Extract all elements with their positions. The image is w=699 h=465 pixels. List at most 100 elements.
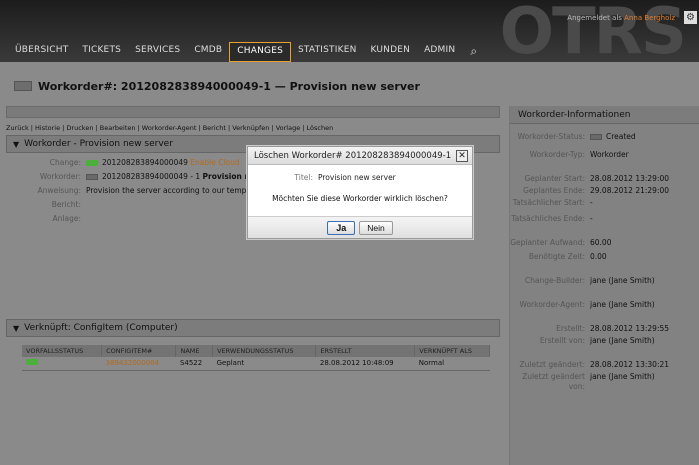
field-label: Change: [49,157,81,167]
field-value: Provision the server according to our te… [86,185,247,195]
close-icon[interactable]: ✕ [456,149,468,162]
info-label: Tatsächliches Ende: [511,214,585,223]
field-value: 201208283894000049 Enable Cloud [86,158,240,167]
info-label: Workorder-Status: [517,132,585,141]
change-number[interactable]: 201208283894000049 [102,158,188,167]
nav-item-changes[interactable]: CHANGES [229,42,292,62]
column-header[interactable]: NAME [175,345,214,357]
info-label: Geplanter Aufwand: [510,238,585,247]
no-button[interactable]: Nein [359,220,393,235]
info-row: Tatsächliches Ende: - [510,214,699,224]
info-label: Geplantes Ende: [523,186,585,195]
gray-status-icon [86,173,98,180]
change-title-link[interactable]: Enable Cloud [190,158,239,167]
info-value[interactable]: jane (Jane Smith) [590,276,655,286]
field-label: Anlage: [52,213,81,223]
info-label: Erstellt von: [539,336,585,345]
info-row: Workorder-Agent: jane (Jane Smith) [510,300,699,310]
main-nav: ÜBERSICHT TICKETS SERVICES CMDB CHANGES … [8,42,485,62]
table-cell: 28.08.2012 10:48:09 [315,357,415,371]
info-value: 60.00 [590,238,612,247]
header-strip [6,106,500,118]
table-row[interactable]: 389432000004 S4522 Geplant 28.08.2012 10… [22,357,490,371]
table-cell: Normal [414,357,490,371]
info-value: - [590,214,593,223]
field-label: Bericht: [51,199,81,209]
collapse-triangle-icon[interactable]: ▼ [13,324,19,333]
configitem-link[interactable]: 389432000004 [101,357,176,371]
page-title: Workorder#: 201208283894000049-1 — Provi… [38,79,420,93]
workorder-title: Provision n [202,171,250,181]
nav-item-cmdb[interactable]: CMDB [187,42,229,62]
dialog-footer: Ja Nein [248,216,472,238]
info-value[interactable]: jane (Jane Smith) [590,300,655,310]
sidebar-title: Workorder-Informationen [510,106,699,124]
yes-button[interactable]: Ja [327,220,356,235]
nav-item-customers[interactable]: KUNDEN [364,42,418,62]
table-cell: Geplant [212,357,316,371]
field-label: Workorder: [39,171,81,181]
nav-item-admin[interactable]: ADMIN [417,42,462,62]
info-row: Geplanter Aufwand: 60.00 [510,238,699,248]
info-row: Geplantes Ende: 29.08.2012 21:29:00 [510,186,699,196]
info-row: Erstellt: 28.08.2012 13:29:55 [510,324,699,334]
nav-item-statistics[interactable]: STATISTIKEN [291,42,364,62]
status-swatch [14,81,32,91]
top-header: OTRS Angemeldet als Anna Bergholz ⚙ ÜBER… [0,0,699,69]
nav-item-services[interactable]: SERVICES [128,42,187,62]
logged-in-prefix: Angemeldet als [567,14,622,22]
column-header[interactable]: ERSTELLT [315,345,416,357]
info-label: Benötigte Zeit: [528,252,585,261]
column-header[interactable]: VORFALLSSTATUS [22,345,103,357]
nav-item-tickets[interactable]: TICKETS [75,42,128,62]
column-header[interactable]: VERWENDUNGSSTATUS [212,345,317,357]
logged-in-user[interactable]: Anna Bergholz [624,14,675,22]
action-menu[interactable]: Zurück | Historie | Drucken | Bearbeiten… [6,121,500,135]
info-row: Workorder-Typ: Workorder [510,150,699,160]
info-value: 28.08.2012 13:29:00 [590,174,670,183]
column-header[interactable]: CONFIGITEM# [101,345,177,357]
info-value: 29.08.2012 21:29:00 [590,186,670,195]
info-value: Workorder [590,150,629,159]
green-status-icon [26,359,38,366]
info-sidebar: Workorder-Informationen Workorder-Status… [509,106,699,465]
dialog-title-label: Titel: [294,173,313,182]
dialog-title-row: Titel: Provision new server [248,173,472,182]
green-status-icon [86,159,98,166]
info-row: Erstellt von: jane (Jane Smith) [510,336,699,346]
table-header-row: VORFALLSSTATUS CONFIGITEM# NAME VERWENDU… [22,345,490,357]
info-value: 28.08.2012 13:29:55 [590,324,670,333]
workorder-section-title: Workorder - Provision new server [24,139,173,149]
dialog-title-value: Provision new server [318,173,396,182]
info-label: Geplanter Start: [524,174,586,183]
info-value[interactable]: jane (Jane Smith) [590,372,655,392]
info-value[interactable]: jane (Jane Smith) [590,336,655,346]
field-value: 201208283894000049 - 1 Provision n [86,172,250,181]
linked-section-header[interactable]: ▼ Verknüpft: ConfigItem (Computer) [6,319,500,337]
collapse-triangle-icon[interactable]: ▼ [13,140,19,149]
search-icon[interactable]: ⌕ [462,42,485,62]
info-value: 0.00 [590,252,607,261]
otrs-logo: OTRS [499,0,687,69]
info-label: Erstellt: [556,324,585,333]
linked-section: ▼ Verknüpft: ConfigItem (Computer) VORFA… [6,319,500,371]
sidebar-rows: Workorder-Status: Created Workorder-Typ:… [510,124,699,392]
info-row: Tatsächlicher Start: - [510,198,699,208]
gray-status-icon [590,134,602,140]
gear-icon[interactable]: ⚙ [684,11,697,24]
nav-item-overview[interactable]: ÜBERSICHT [8,42,75,62]
info-value: 28.08.2012 13:30:21 [590,360,670,369]
info-row: Zuletzt geändert von: jane (Jane Smith) [510,372,699,392]
info-row: Workorder-Status: Created [510,132,699,142]
incident-state-cell [22,357,102,371]
column-header[interactable]: VERKNÜPFT ALS [414,345,490,357]
logged-in-info: Angemeldet als Anna Bergholz [567,14,675,22]
field-label: Anweisung: [37,185,81,195]
dialog-question: Möchten Sie diese Workorder wirklich lös… [272,194,448,203]
page-title-bar: Workorder#: 201208283894000049-1 — Provi… [0,72,699,100]
dialog-title: Löschen Workorder# 201208283894000049-1 [254,150,452,161]
dialog-header[interactable]: Löschen Workorder# 201208283894000049-1 … [248,147,472,165]
linked-table: VORFALLSSTATUS CONFIGITEM# NAME VERWENDU… [22,345,490,371]
info-value: - [590,198,593,207]
page-body: Workorder#: 201208283894000049-1 — Provi… [0,62,699,465]
